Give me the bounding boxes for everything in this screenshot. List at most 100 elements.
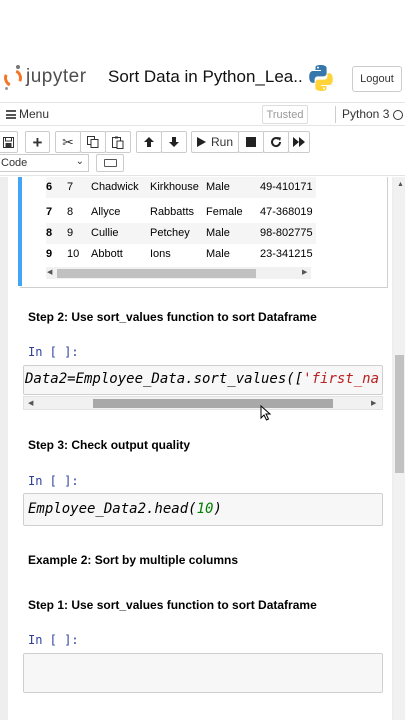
row-index: 9 — [46, 248, 53, 260]
table-row: 9 10 Abbott Ions Male 23-341215 — [46, 244, 316, 265]
table-cell: Ions — [150, 248, 171, 260]
command-palette-button[interactable] — [96, 154, 124, 172]
code-text: Employee_Data2.head( — [28, 501, 197, 517]
insert-cell-button[interactable]: + — [25, 131, 50, 153]
python-logo-icon — [309, 65, 333, 91]
cell-type-select[interactable]: Code ⌄ — [0, 154, 89, 172]
table-cell: 98-802775 — [260, 227, 313, 239]
scroll-right-icon[interactable]: ▶ — [302, 268, 307, 276]
table-cell: Female — [206, 206, 243, 218]
save-icon — [2, 136, 14, 148]
logout-button[interactable]: Logout — [352, 66, 402, 92]
scroll-right-icon[interactable]: ▶ — [371, 399, 376, 407]
move-down-button[interactable] — [161, 131, 187, 153]
table-row: 7 8 Allyce Rabbatts Female 47-368019 — [46, 202, 316, 223]
table-cell: 8 — [67, 206, 74, 218]
code-number: 10 — [196, 501, 214, 517]
keyboard-icon — [104, 159, 117, 167]
menu-button[interactable]: Menu — [19, 107, 49, 121]
table-cell: Cullie — [91, 227, 119, 239]
table-cell: Kirkhouse — [150, 181, 199, 193]
code-text: ) — [213, 501, 222, 517]
code-cell-sort-values[interactable]: Data2=Employee_Data.sort_values(['first_… — [23, 365, 383, 395]
output-horizontal-scrollbar[interactable]: ◀ ▶ — [46, 267, 311, 279]
notebook-header: jupyter Sort Data in Python_Lea... Logou… — [0, 56, 405, 102]
code-horizontal-scrollbar[interactable]: ◀ ▶ — [23, 396, 383, 410]
table-cell: 10 — [67, 248, 80, 260]
table-cell: 49-410171 — [260, 181, 313, 193]
input-prompt: In [ ]: — [28, 474, 79, 488]
restart-button[interactable] — [263, 131, 289, 153]
row-index: 7 — [46, 206, 53, 218]
table-row: 6 7 Chadwick Kirkhouse Male 49-410171 — [46, 177, 316, 198]
example2-heading: Example 2: Sort by multiple columns — [28, 553, 239, 567]
paste-icon — [112, 136, 124, 149]
save-button[interactable] — [0, 131, 18, 153]
table-cell: 23-341215 — [260, 248, 313, 260]
mouse-cursor-icon — [260, 405, 272, 421]
code-line: Data2=Employee_Data.sort_values(['first_… — [25, 371, 379, 387]
stop-icon — [246, 137, 256, 147]
table-cell: Male — [206, 181, 230, 193]
table-row: 8 9 Cullie Petchey Male 98-802775 — [46, 223, 316, 244]
restart-run-all-button[interactable] — [288, 131, 310, 153]
code-cell-partial[interactable] — [23, 653, 383, 693]
menu-bar: Menu Trusted Python 3 — [0, 102, 405, 126]
plus-icon: + — [32, 132, 43, 152]
scroll-left-icon[interactable]: ◀ — [47, 268, 52, 276]
move-up-button[interactable] — [136, 131, 162, 153]
fast-forward-icon — [293, 137, 305, 147]
notebook-title[interactable]: Sort Data in Python_Lea... — [108, 67, 304, 87]
table-cell: Male — [206, 227, 230, 239]
table-cell: 9 — [67, 227, 74, 239]
input-prompt: In [ ]: — [28, 633, 79, 647]
notebook-container: 6 7 Chadwick Kirkhouse Male 49-410171 7 … — [0, 177, 405, 720]
run-label: Run — [210, 135, 233, 149]
arrow-down-icon — [169, 137, 179, 147]
notebook-page: 6 7 Chadwick Kirkhouse Male 49-410171 7 … — [8, 177, 392, 720]
step3-heading: Step 3: Check output quality — [28, 438, 191, 452]
dataframe-output: 6 7 Chadwick Kirkhouse Male 49-410171 7 … — [20, 177, 388, 288]
code-line: Employee_Data2.head(10) — [28, 501, 222, 517]
jupyter-logo[interactable]: jupyter — [1, 65, 92, 91]
vertical-scrollbar-thumb[interactable] — [395, 355, 404, 473]
jupyter-logo-icon — [1, 66, 25, 90]
code-text: Data2=Employee_Data.sort_values([ — [25, 371, 304, 387]
row-index: 6 — [46, 181, 53, 193]
kernel-name[interactable]: Python 3 — [342, 107, 389, 121]
kernel-status-icon — [393, 110, 403, 120]
cut-cell-button[interactable]: ✂ — [55, 131, 81, 153]
scroll-left-icon[interactable]: ◀ — [28, 399, 33, 407]
scrollbar-thumb[interactable] — [57, 269, 256, 278]
run-button[interactable]: Run — [191, 131, 239, 153]
table-cell: Abbott — [91, 248, 123, 260]
logo-dot-icon — [5, 87, 8, 90]
scissors-icon: ✂ — [62, 133, 74, 150]
copy-cell-button[interactable] — [80, 131, 106, 153]
table-cell: Rabbatts — [150, 206, 195, 218]
scrollbar-thumb[interactable] — [93, 399, 333, 408]
cell-type-value: Code — [1, 157, 28, 169]
table-cell: 47-368019 — [260, 206, 313, 218]
logo-dot-icon — [16, 65, 20, 69]
chevron-down-icon: ⌄ — [75, 156, 84, 167]
input-prompt: In [ ]: — [28, 345, 79, 359]
restart-icon — [271, 137, 282, 148]
code-string: 'first_na — [303, 371, 380, 387]
copy-icon — [87, 136, 99, 148]
hamburger-menu-icon[interactable] — [6, 110, 16, 119]
paste-cell-button[interactable] — [105, 131, 131, 153]
arrow-up-icon — [144, 137, 154, 147]
row-index: 8 — [46, 227, 53, 239]
scroll-up-icon[interactable]: ▲ — [397, 181, 404, 188]
table-cell: Petchey — [150, 227, 190, 239]
table-cell: Male — [206, 248, 230, 260]
interrupt-button[interactable] — [238, 131, 264, 153]
step1-heading: Step 1: Use sort_values function to sort… — [28, 598, 317, 612]
step2-heading: Step 2: Use sort_values function to sort… — [28, 310, 317, 324]
trusted-indicator[interactable]: Trusted — [262, 105, 308, 124]
notebook-toolbar: + ✂ Run Code ⌄ — [0, 126, 405, 176]
code-cell-head[interactable]: Employee_Data2.head(10) — [23, 493, 383, 526]
logo-text: jupyter — [26, 66, 87, 87]
table-cell: Chadwick — [91, 181, 139, 193]
